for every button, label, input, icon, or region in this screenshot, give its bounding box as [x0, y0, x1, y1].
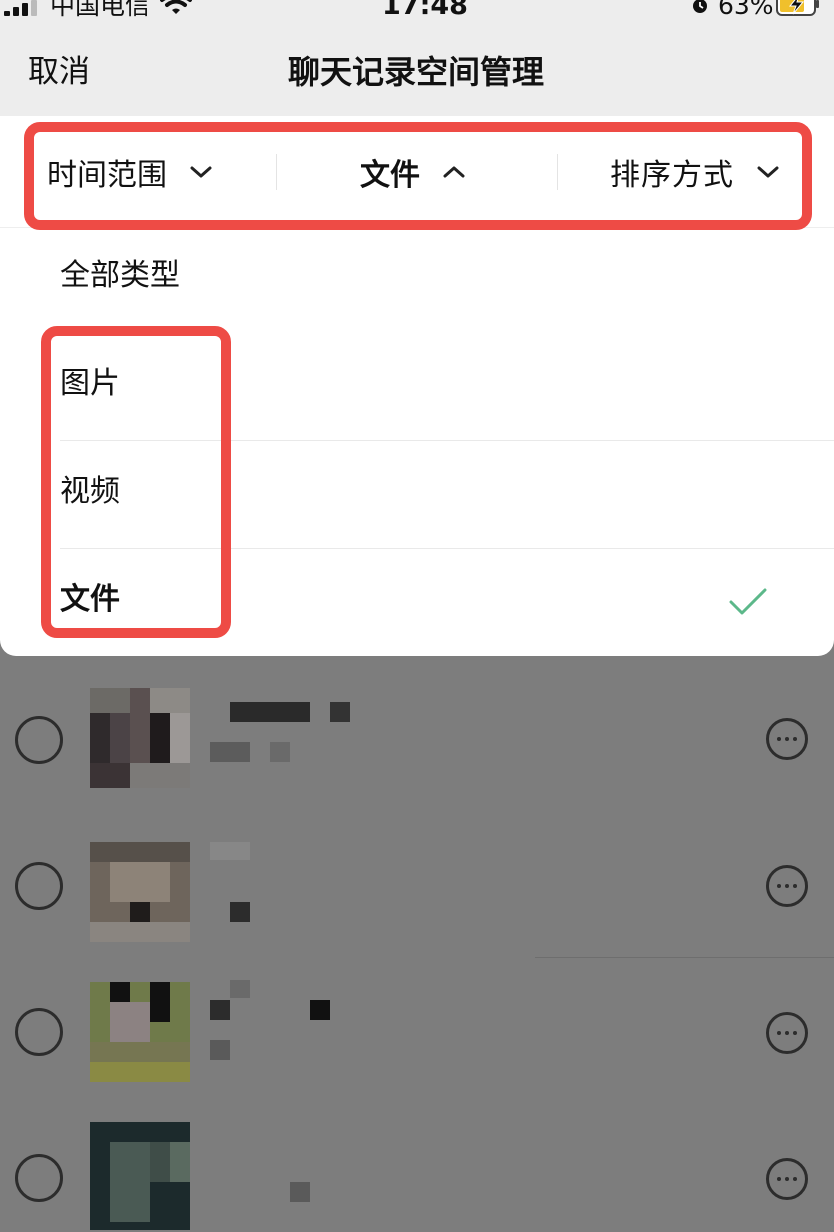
select-radio[interactable] — [15, 716, 63, 764]
status-bar: 中国电信 17:48 63% — [0, 0, 834, 22]
filter-sheet: 时间范围 文件 排序方式 全部类型 图片 视频 文件 — [0, 116, 834, 656]
nav-bar: 取消 聊天记录空间管理 — [0, 22, 834, 116]
file-meta-blurred — [290, 1182, 310, 1202]
file-name-blurred — [210, 1000, 230, 1020]
file-name-blurred — [310, 1000, 330, 1020]
more-icon[interactable] — [766, 865, 808, 907]
wifi-icon — [160, 0, 192, 14]
file-name-blurred — [230, 702, 310, 722]
select-radio[interactable] — [15, 862, 63, 910]
file-thumbnail — [90, 982, 190, 1082]
carrier-name: 中国电信 — [50, 0, 151, 20]
list-item[interactable] — [0, 1102, 834, 1232]
file-thumbnail — [90, 842, 190, 942]
select-radio[interactable] — [15, 1008, 63, 1056]
file-name-blurred — [230, 980, 250, 998]
file-name-blurred — [330, 702, 350, 722]
more-icon[interactable] — [766, 1158, 808, 1200]
list-item[interactable] — [0, 958, 834, 1102]
select-radio[interactable] — [15, 1154, 63, 1202]
file-name-blurred — [210, 842, 250, 860]
file-meta-blurred — [210, 1040, 230, 1060]
file-meta-blurred — [210, 742, 250, 762]
list-item[interactable] — [0, 666, 834, 810]
more-icon[interactable] — [766, 718, 808, 760]
highlight-box-filters — [24, 122, 812, 230]
alarm-icon — [693, 0, 707, 13]
battery-percent: 63% — [718, 0, 774, 20]
check-icon — [729, 588, 767, 615]
highlight-box-options — [41, 326, 231, 638]
file-thumbnail — [90, 688, 190, 788]
type-option-all[interactable]: 全部类型 — [60, 256, 180, 296]
battery-charging-icon — [776, 0, 819, 16]
file-meta-blurred — [230, 902, 250, 922]
list-item[interactable] — [0, 810, 834, 954]
file-thumbnail — [90, 1122, 190, 1230]
file-meta-blurred — [270, 742, 290, 762]
more-icon[interactable] — [766, 1012, 808, 1054]
page-title: 聊天记录空间管理 — [287, 53, 544, 91]
signal-icon — [4, 0, 38, 16]
clock: 17:48 — [382, 0, 468, 21]
